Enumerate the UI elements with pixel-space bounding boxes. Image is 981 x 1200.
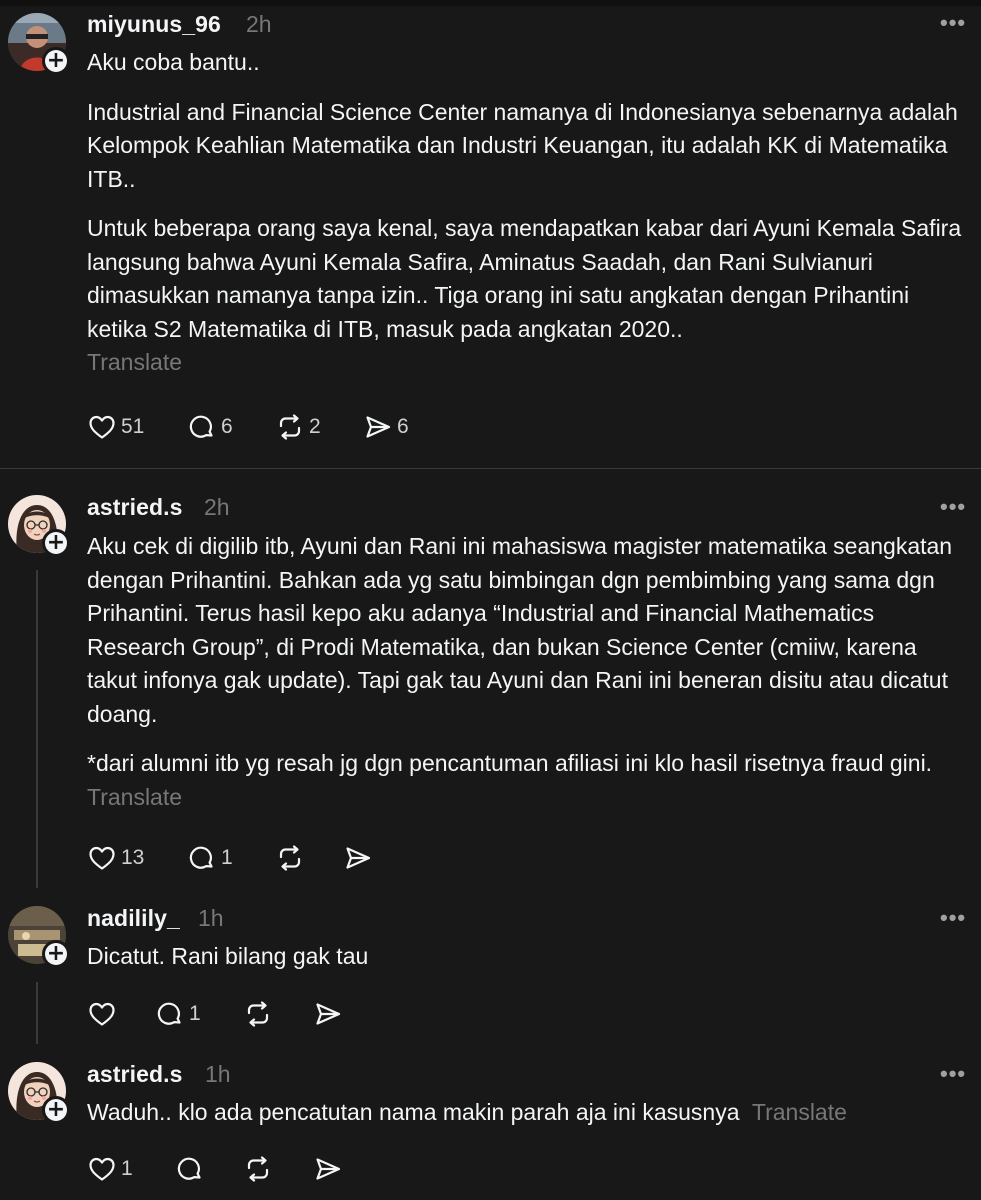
reply-count: 6 (221, 415, 233, 438)
like-button[interactable] (87, 999, 117, 1029)
more-options-icon[interactable]: ••• (940, 494, 966, 520)
follow-button[interactable]: + (42, 1096, 70, 1124)
reply-button[interactable]: 1 (155, 999, 201, 1029)
timestamp: 1h (198, 905, 224, 931)
heart-icon (87, 843, 117, 873)
post-text: Dicatut. Rani bilang gak tau (87, 940, 972, 974)
like-count: 51 (121, 415, 145, 438)
translate-link[interactable]: Translate (752, 1099, 847, 1125)
share-button[interactable] (313, 1154, 343, 1184)
comment-icon (187, 412, 217, 442)
reply-count: 1 (221, 846, 233, 869)
paragraph: Untuk beberapa orang saya kenal, saya me… (87, 215, 962, 342)
share-count: 6 (397, 415, 409, 438)
plus-icon: + (45, 941, 67, 966)
paragraph: Waduh.. klo ada pencatutan nama makin pa… (87, 1096, 972, 1130)
post-text: Aku cek di digilib itb, Ayuni dan Rani i… (87, 530, 972, 814)
repost-icon (275, 843, 305, 873)
username[interactable]: astried.s (87, 494, 183, 521)
follow-button[interactable]: + (42, 940, 70, 968)
repost-button[interactable] (243, 999, 273, 1029)
top-border (0, 0, 981, 6)
more-options-icon[interactable]: ••• (940, 1061, 966, 1087)
share-icon (363, 412, 393, 442)
paragraph: Industrial and Financial Science Center … (87, 98, 958, 192)
reply-button[interactable]: 1 (187, 843, 233, 873)
timestamp: 2h (204, 494, 230, 520)
share-icon (343, 843, 373, 873)
follow-button[interactable]: + (42, 47, 70, 75)
like-count: 13 (121, 846, 145, 869)
comment-icon (175, 1154, 205, 1184)
reply-count: 1 (189, 1002, 201, 1025)
timestamp: 1h (205, 1061, 231, 1087)
share-button[interactable] (343, 843, 373, 873)
username[interactable]: miyunus_96 (87, 11, 221, 38)
like-button[interactable]: 51 (87, 412, 144, 442)
thread-line (36, 570, 38, 888)
translate-link[interactable]: Translate (87, 784, 182, 810)
repost-button[interactable]: 2 (275, 412, 321, 442)
share-icon (313, 1154, 343, 1184)
post-text: Waduh.. klo ada pencatutan nama makin pa… (87, 1096, 972, 1130)
comment-icon (187, 843, 217, 873)
repost-icon (275, 412, 305, 442)
heart-icon (87, 1154, 117, 1184)
repost-button[interactable] (275, 843, 305, 873)
like-button[interactable]: 13 (87, 843, 144, 873)
post-text: Aku coba bantu.. Industrial and Financia… (87, 46, 972, 380)
paragraph: Aku coba bantu.. (87, 49, 260, 75)
follow-button[interactable]: + (42, 529, 70, 557)
reply-button[interactable] (175, 1154, 205, 1184)
like-count: 1 (121, 1157, 133, 1180)
plus-icon: + (45, 530, 67, 555)
paragraph: Dicatut. Rani bilang gak tau (87, 943, 369, 969)
more-options-icon[interactable]: ••• (940, 905, 966, 931)
share-button[interactable]: 6 (363, 412, 409, 442)
divider (0, 468, 981, 469)
repost-icon (243, 999, 273, 1029)
timestamp: 2h (246, 11, 272, 37)
paragraph: *dari alumni itb yg resah jg dgn pencant… (87, 747, 972, 814)
repost-icon (243, 1154, 273, 1184)
more-options-icon[interactable]: ••• (940, 10, 966, 36)
heart-icon (87, 412, 117, 442)
repost-button[interactable] (243, 1154, 273, 1184)
plus-icon: + (45, 48, 67, 73)
username[interactable]: nadilily_ (87, 905, 180, 932)
translate-link[interactable]: Translate (87, 346, 972, 380)
repost-count: 2 (309, 415, 321, 438)
paragraph-text: Waduh.. klo ada pencatutan nama makin pa… (87, 1099, 740, 1125)
heart-icon (87, 999, 117, 1029)
comment-icon (155, 999, 185, 1029)
username[interactable]: astried.s (87, 1061, 183, 1088)
thread-line (36, 982, 38, 1044)
paragraph-text: *dari alumni itb yg resah jg dgn pencant… (87, 750, 933, 776)
reply-button[interactable]: 6 (187, 412, 233, 442)
paragraph: Aku cek di digilib itb, Ayuni dan Rani i… (87, 533, 953, 727)
plus-icon: + (45, 1097, 67, 1122)
share-button[interactable] (313, 999, 343, 1029)
share-icon (313, 999, 343, 1029)
like-button[interactable]: 1 (87, 1154, 133, 1184)
